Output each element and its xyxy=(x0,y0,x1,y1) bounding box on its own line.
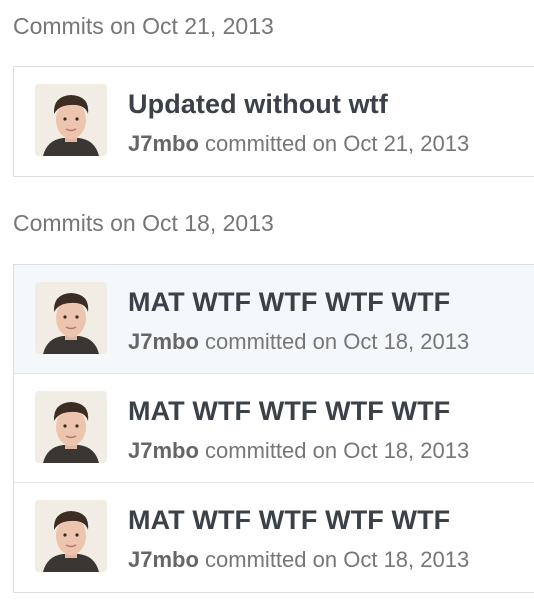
commit-message-link[interactable]: MAT WTF WTF WTF WTF xyxy=(128,398,450,425)
commit-row[interactable]: Updated without wtf J7mbo committed on O… xyxy=(14,67,534,176)
commit-message-link[interactable]: MAT WTF WTF WTF WTF xyxy=(128,289,450,316)
commit-date: Oct 18, 2013 xyxy=(343,329,470,354)
commit-verb: committed on xyxy=(205,131,338,156)
commit-group-heading: Commits on Oct 21, 2013 xyxy=(13,13,274,39)
commit-message-link[interactable]: MAT WTF WTF WTF WTF xyxy=(128,507,450,534)
commit-list: Updated without wtf J7mbo committed on O… xyxy=(13,66,534,177)
commit-list: MAT WTF WTF WTF WTF J7mbo committed on O… xyxy=(13,264,534,593)
commit-group-heading: Commits on Oct 18, 2013 xyxy=(13,210,274,236)
user-avatar-icon[interactable] xyxy=(35,282,107,354)
commit-meta: J7mbo committed on Oct 21, 2013 xyxy=(128,133,469,155)
commit-author-link[interactable]: J7mbo xyxy=(128,131,199,156)
commit-row[interactable]: MAT WTF WTF WTF WTF J7mbo committed on O… xyxy=(14,483,534,592)
user-avatar-icon[interactable] xyxy=(35,500,107,572)
commit-author-link[interactable]: J7mbo xyxy=(128,438,199,463)
commit-row[interactable]: MAT WTF WTF WTF WTF J7mbo committed on O… xyxy=(14,374,534,483)
commit-date: Oct 18, 2013 xyxy=(343,438,470,463)
commit-author-link[interactable]: J7mbo xyxy=(128,547,199,572)
user-avatar-icon[interactable] xyxy=(35,391,107,463)
commit-author-link[interactable]: J7mbo xyxy=(128,329,199,354)
commit-meta: J7mbo committed on Oct 18, 2013 xyxy=(128,331,469,353)
commit-message-link[interactable]: Updated without wtf xyxy=(128,91,388,118)
commit-verb: committed on xyxy=(205,329,338,354)
commit-row[interactable]: MAT WTF WTF WTF WTF J7mbo committed on O… xyxy=(14,265,534,374)
commit-meta: J7mbo committed on Oct 18, 2013 xyxy=(128,440,469,462)
user-avatar-icon[interactable] xyxy=(35,84,107,156)
commit-verb: committed on xyxy=(205,547,338,572)
commit-verb: committed on xyxy=(205,438,338,463)
commit-date: Oct 21, 2013 xyxy=(343,131,470,156)
commit-meta: J7mbo committed on Oct 18, 2013 xyxy=(128,549,469,571)
commit-date: Oct 18, 2013 xyxy=(343,547,470,572)
